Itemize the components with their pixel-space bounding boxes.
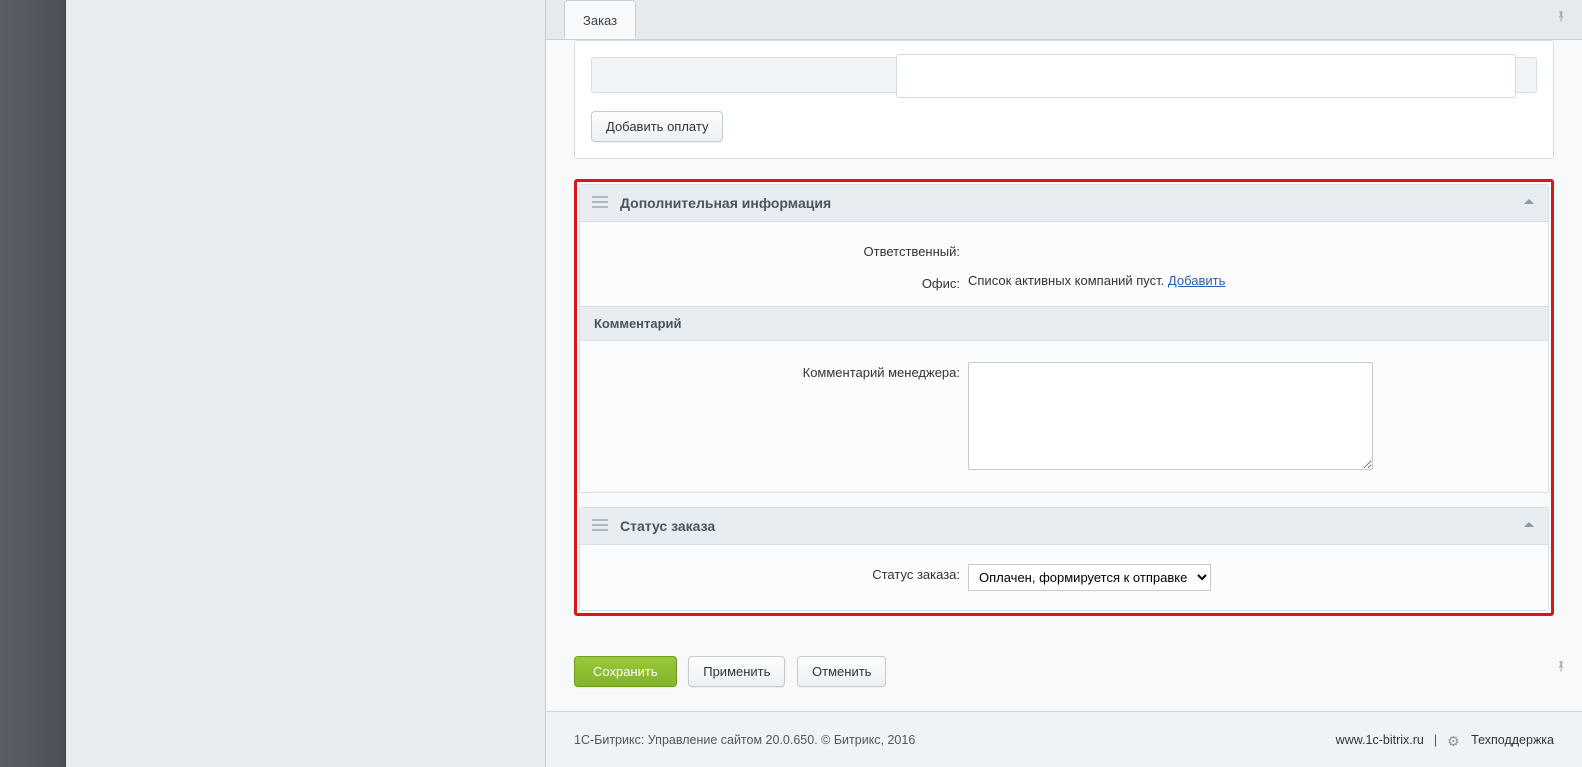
payment-prev-inner — [896, 54, 1516, 98]
payment-prev-block — [591, 57, 1537, 93]
gear-icon[interactable] — [1447, 733, 1461, 747]
label-status: Статус заказа: — [598, 564, 968, 582]
footer: 1С-Битрикс: Управление сайтом 20.0.650. … — [546, 711, 1582, 767]
section-additional-info: Дополнительная информация Ответственный:… — [579, 184, 1549, 493]
tab-bar: Заказ — [546, 0, 1582, 40]
section-order-status: Статус заказа Статус заказа: Оплачен, фо… — [579, 507, 1549, 611]
apply-button[interactable]: Применить — [688, 656, 785, 687]
cancel-button[interactable]: Отменить — [797, 656, 886, 687]
office-add-link[interactable]: Добавить — [1168, 273, 1225, 288]
footer-site-link[interactable]: www.1c-bitrix.ru — [1336, 733, 1424, 747]
row-responsible: Ответственный: — [598, 234, 1530, 266]
main-scroll: Добавить оплату Дополнительная информаци… — [546, 40, 1582, 693]
row-office: Офис: Список активных компаний пуст. Доб… — [598, 266, 1530, 298]
section-head-status[interactable]: Статус заказа — [580, 508, 1548, 545]
tab-label: Заказ — [583, 13, 617, 28]
section-title-status: Статус заказа — [620, 518, 715, 534]
collapse-icon[interactable] — [1524, 522, 1534, 527]
footer-separator: | — [1434, 733, 1437, 747]
label-responsible: Ответственный: — [598, 241, 968, 259]
value-manager-comment — [968, 362, 1530, 473]
collapse-icon[interactable] — [1524, 199, 1534, 204]
save-button[interactable]: Сохранить — [574, 656, 677, 687]
row-manager-comment: Комментарий менеджера: — [598, 355, 1530, 480]
manager-comment-textarea[interactable] — [968, 362, 1373, 470]
pin-icon[interactable] — [1554, 10, 1568, 24]
footer-support-link[interactable]: Техподдержка — [1471, 733, 1554, 747]
payment-card: Добавить оплату — [574, 40, 1554, 159]
value-status: Оплачен, формируется к отправке — [968, 564, 1530, 591]
label-manager-comment: Комментарий менеджера: — [598, 362, 968, 380]
footer-left: 1С-Битрикс: Управление сайтом 20.0.650. … — [574, 733, 915, 747]
action-row: Сохранить Применить Отменить — [574, 638, 1554, 693]
row-status: Статус заказа: Оплачен, формируется к от… — [598, 557, 1530, 598]
left-rail — [0, 0, 66, 767]
drag-handle-icon[interactable] — [592, 519, 608, 534]
office-empty-text: Список активных компаний пуст. — [968, 273, 1164, 288]
highlighted-sections: Дополнительная информация Ответственный:… — [574, 179, 1554, 616]
label-office: Офис: — [598, 273, 968, 291]
section-body-additional: Ответственный: Офис: Список активных ком… — [580, 222, 1548, 492]
pin-icon[interactable] — [1554, 660, 1568, 674]
left-panel — [66, 0, 546, 767]
status-select[interactable]: Оплачен, формируется к отправке — [968, 564, 1211, 591]
footer-right: www.1c-bitrix.ru | Техподдержка — [1336, 733, 1554, 747]
drag-handle-icon[interactable] — [592, 196, 608, 211]
section-title-additional: Дополнительная информация — [620, 195, 831, 211]
content-area: Заказ Добавить оплату Дополнительная инф… — [546, 0, 1582, 767]
tab-order[interactable]: Заказ — [564, 0, 636, 39]
value-office: Список активных компаний пуст. Добавить — [968, 273, 1530, 288]
section-body-status: Статус заказа: Оплачен, формируется к от… — [580, 545, 1548, 610]
subhead-comment: Комментарий — [580, 306, 1548, 341]
section-head-additional[interactable]: Дополнительная информация — [580, 185, 1548, 222]
add-payment-button[interactable]: Добавить оплату — [591, 111, 723, 142]
